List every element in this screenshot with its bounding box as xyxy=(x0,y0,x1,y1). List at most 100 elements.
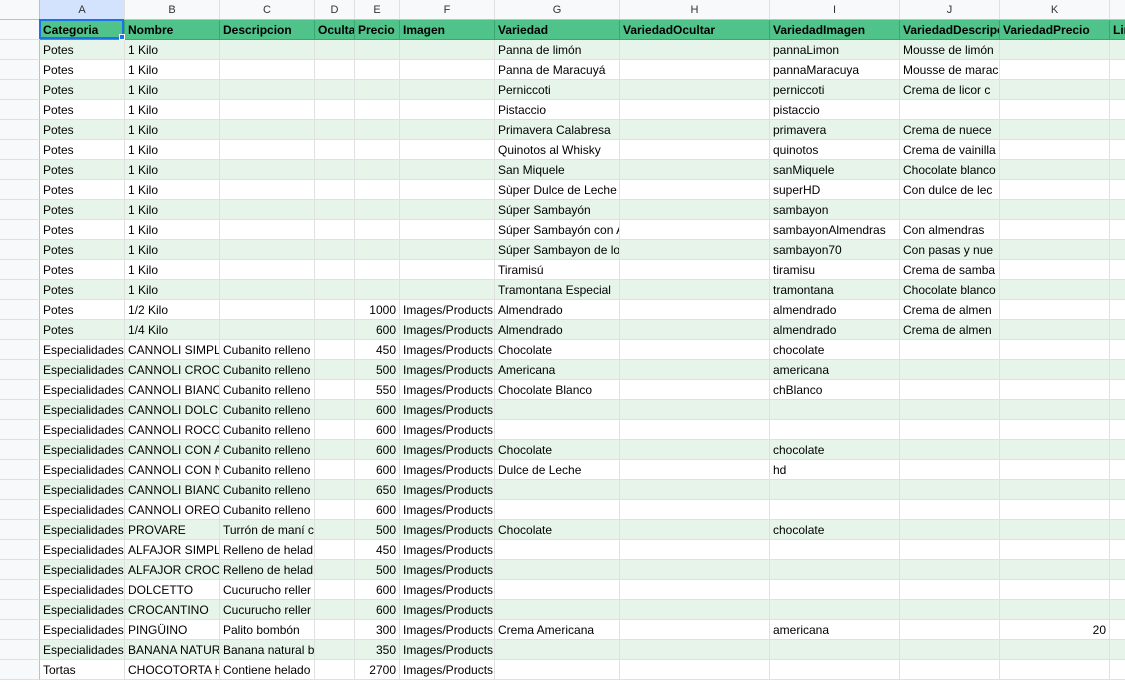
cell[interactable] xyxy=(315,400,355,420)
cell[interactable]: CANNOLI DOLC xyxy=(125,400,220,420)
cell[interactable] xyxy=(620,40,770,60)
cell[interactable] xyxy=(1110,500,1125,520)
cell[interactable]: Mousse de limón xyxy=(900,40,1000,60)
cell[interactable]: Chocolate xyxy=(495,440,620,460)
cell[interactable] xyxy=(900,660,1000,680)
cell[interactable]: Images/Products xyxy=(400,420,495,440)
cell[interactable]: tiramisu xyxy=(770,260,900,280)
cell[interactable] xyxy=(400,40,495,60)
cell[interactable] xyxy=(900,360,1000,380)
cell[interactable]: Pistaccio xyxy=(495,100,620,120)
cell[interactable] xyxy=(900,100,1000,120)
cell[interactable]: 4 xyxy=(1110,240,1125,260)
cell[interactable]: Especialidades xyxy=(40,340,125,360)
cell[interactable] xyxy=(315,540,355,560)
cell[interactable]: sambayon70 xyxy=(770,240,900,260)
col-header-L[interactable]: L xyxy=(1110,0,1125,20)
cell[interactable]: pannaLimon xyxy=(770,40,900,60)
cell[interactable] xyxy=(400,140,495,160)
cell[interactable]: 4 xyxy=(1110,180,1125,200)
cell[interactable]: Especialidades xyxy=(40,380,125,400)
row-header[interactable] xyxy=(0,600,40,620)
cell[interactable] xyxy=(620,280,770,300)
row-header[interactable] xyxy=(0,40,40,60)
cell[interactable] xyxy=(1000,340,1110,360)
col-header-E[interactable]: E xyxy=(355,0,400,20)
cell[interactable] xyxy=(220,80,315,100)
cell[interactable] xyxy=(355,220,400,240)
cell[interactable] xyxy=(315,240,355,260)
cell[interactable] xyxy=(220,300,315,320)
cell[interactable]: Images/Products xyxy=(400,360,495,380)
cell[interactable] xyxy=(220,60,315,80)
cell[interactable]: 1 Kilo xyxy=(125,240,220,260)
cell[interactable]: CHOCOTORTA H xyxy=(125,660,220,680)
cell[interactable] xyxy=(315,560,355,580)
cell[interactable]: Primavera Calabresa xyxy=(495,120,620,140)
cell[interactable]: Contiene helado xyxy=(220,660,315,680)
cell[interactable]: americana xyxy=(770,360,900,380)
cell[interactable]: 350 xyxy=(355,640,400,660)
cell[interactable] xyxy=(355,160,400,180)
cell[interactable] xyxy=(315,660,355,680)
cell[interactable] xyxy=(770,660,900,680)
cell[interactable] xyxy=(495,420,620,440)
cell[interactable]: Images/Products xyxy=(400,640,495,660)
cell[interactable] xyxy=(495,400,620,420)
cell[interactable]: Quinotos al Whisky xyxy=(495,140,620,160)
cell[interactable]: 500 xyxy=(355,520,400,540)
cell[interactable]: CANNOLI ROCC xyxy=(125,420,220,440)
row-header[interactable] xyxy=(0,60,40,80)
cell[interactable] xyxy=(495,600,620,620)
cell[interactable]: 1000 xyxy=(355,300,400,320)
cell[interactable] xyxy=(620,440,770,460)
cell[interactable] xyxy=(315,600,355,620)
cell[interactable] xyxy=(1000,260,1110,280)
cell[interactable] xyxy=(1110,460,1125,480)
cell[interactable]: 1 Kilo xyxy=(125,140,220,160)
cell[interactable]: Images/Products xyxy=(400,580,495,600)
cell[interactable] xyxy=(620,480,770,500)
cell[interactable] xyxy=(620,400,770,420)
row-header[interactable] xyxy=(0,380,40,400)
cell[interactable] xyxy=(1000,560,1110,580)
cell[interactable] xyxy=(355,100,400,120)
col-header-G[interactable]: G xyxy=(495,0,620,20)
cell[interactable]: Con dulce de lec xyxy=(900,180,1000,200)
cell[interactable]: Chocolate Blanco xyxy=(495,380,620,400)
cell[interactable]: Potes xyxy=(40,140,125,160)
cell[interactable]: Cucurucho reller xyxy=(220,580,315,600)
cell[interactable]: 1 Kilo xyxy=(125,160,220,180)
cell[interactable]: Crema de almen xyxy=(900,300,1000,320)
cell[interactable] xyxy=(315,340,355,360)
cell[interactable]: Crema de licor c xyxy=(900,80,1000,100)
row-header[interactable] xyxy=(0,480,40,500)
cell[interactable] xyxy=(400,60,495,80)
cell[interactable] xyxy=(770,500,900,520)
cell[interactable] xyxy=(1000,40,1110,60)
cell[interactable] xyxy=(1110,400,1125,420)
cell[interactable]: Relleno de helad xyxy=(220,560,315,580)
cell[interactable]: 4 xyxy=(1110,120,1125,140)
cell[interactable]: Especialidades xyxy=(40,460,125,480)
cell[interactable] xyxy=(1110,420,1125,440)
cell[interactable]: 500 xyxy=(355,560,400,580)
cell[interactable]: Banana natural b xyxy=(220,640,315,660)
row-header[interactable] xyxy=(0,620,40,640)
header-cell[interactable]: Ocultar xyxy=(315,20,355,40)
cell[interactable]: 4 xyxy=(1110,140,1125,160)
cell[interactable]: chocolate xyxy=(770,340,900,360)
cell[interactable]: 1 Kilo xyxy=(125,80,220,100)
cell[interactable]: Crema Americana xyxy=(495,620,620,640)
cell[interactable] xyxy=(1110,620,1125,640)
header-cell[interactable]: VariedadPrecio xyxy=(1000,20,1110,40)
cell[interactable] xyxy=(220,240,315,260)
cell[interactable] xyxy=(1000,240,1110,260)
cell[interactable]: 1 Kilo xyxy=(125,120,220,140)
cell[interactable] xyxy=(620,160,770,180)
cell[interactable]: Crema de samba xyxy=(900,260,1000,280)
row-header[interactable] xyxy=(0,580,40,600)
cell[interactable]: 1/4 Kilo xyxy=(125,320,220,340)
cell[interactable] xyxy=(315,520,355,540)
cell[interactable] xyxy=(400,180,495,200)
